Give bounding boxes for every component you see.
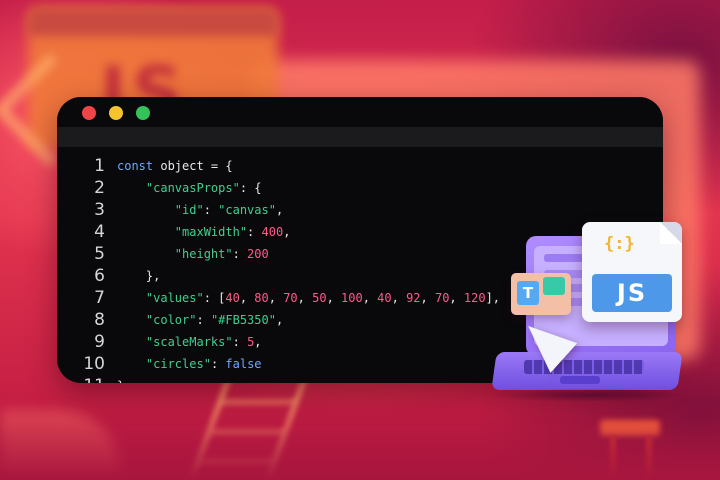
code-token: "canvasProps" bbox=[145, 181, 240, 195]
code-text: "color": "#FB5350", bbox=[117, 309, 283, 331]
code-token: "color" bbox=[145, 313, 197, 327]
minimize-button[interactable] bbox=[109, 106, 123, 120]
code-token: : bbox=[247, 225, 262, 239]
code-token: , bbox=[391, 291, 407, 305]
code-text: "circles": false bbox=[117, 353, 262, 375]
code-token: 200 bbox=[247, 247, 269, 261]
code-token: : bbox=[232, 335, 248, 349]
code-token: "values" bbox=[145, 291, 204, 305]
code-token: "id" bbox=[174, 203, 204, 217]
line-number: 2 bbox=[94, 178, 105, 198]
line-number: 11 bbox=[77, 375, 105, 383]
code-token: "#FB5350" bbox=[210, 313, 276, 327]
code-token: : [ bbox=[203, 291, 226, 305]
code-token: "height" bbox=[174, 247, 233, 261]
code-token: "canvas" bbox=[218, 203, 276, 217]
js-badge: JS bbox=[592, 274, 672, 312]
code-text: "values": [40, 80, 70, 50, 100, 40, 92, … bbox=[117, 287, 500, 309]
code-token: 50 bbox=[312, 291, 327, 305]
line-number: 5 bbox=[94, 244, 105, 264]
code-token: , bbox=[275, 313, 284, 327]
braces-icon: {:} bbox=[604, 234, 635, 254]
code-line: 3 "id": "canvas", bbox=[57, 199, 663, 221]
code-token: : bbox=[203, 203, 219, 217]
code-token: 40 bbox=[225, 291, 240, 305]
code-token: , bbox=[254, 335, 262, 349]
code-token: "circles" bbox=[145, 357, 211, 371]
line-number: 10 bbox=[83, 354, 105, 374]
line-number: 3 bbox=[94, 200, 105, 220]
code-token: : bbox=[232, 247, 248, 261]
laptop-screen-bar bbox=[544, 254, 584, 262]
code-token: }, bbox=[117, 269, 161, 283]
laptop-trackpad bbox=[560, 376, 600, 384]
line-number: 8 bbox=[94, 310, 105, 330]
line-number: 7 bbox=[94, 288, 105, 308]
code-token: "maxWidth" bbox=[174, 225, 248, 239]
code-token: , bbox=[449, 291, 464, 305]
code-text: "canvasProps": { bbox=[117, 177, 262, 199]
code-text: const object = { bbox=[117, 155, 233, 177]
code-token: "scaleMarks" bbox=[145, 335, 233, 349]
code-token: 100 bbox=[341, 291, 363, 305]
code-token: , bbox=[362, 291, 378, 305]
code-text: "id": "canvas", bbox=[117, 199, 283, 221]
code-text: "maxWidth": 400, bbox=[117, 221, 291, 243]
code-token: , bbox=[297, 291, 313, 305]
code-token: , bbox=[239, 291, 255, 305]
laptop-shadow bbox=[490, 388, 686, 402]
code-token: 70 bbox=[283, 291, 298, 305]
code-token: : bbox=[210, 357, 226, 371]
background-bottom-fade bbox=[0, 400, 720, 480]
code-token: 80 bbox=[254, 291, 269, 305]
code-token: , bbox=[275, 203, 284, 217]
code-text: }; bbox=[117, 375, 131, 383]
code-token: const bbox=[117, 159, 154, 173]
line-number: 6 bbox=[94, 266, 105, 286]
code-text: "scaleMarks": 5, bbox=[117, 331, 262, 353]
code-token: : bbox=[196, 313, 211, 327]
code-text: }, bbox=[117, 265, 160, 287]
code-token: }; bbox=[117, 379, 131, 383]
background-monitor-bar bbox=[28, 8, 278, 36]
title-bar bbox=[57, 97, 663, 127]
code-token: 92 bbox=[406, 291, 421, 305]
code-token: 70 bbox=[434, 291, 450, 305]
code-token: , bbox=[420, 291, 435, 305]
code-token: object = { bbox=[153, 159, 233, 173]
code-token: , bbox=[268, 291, 284, 305]
code-token: false bbox=[225, 357, 262, 371]
line-number: 9 bbox=[94, 332, 105, 352]
code-token: , bbox=[326, 291, 342, 305]
code-line: 1 const object = { bbox=[57, 155, 663, 177]
code-token: : { bbox=[239, 181, 262, 195]
code-token: 40 bbox=[377, 291, 392, 305]
text-tile-card: T bbox=[511, 273, 571, 315]
line-number: 4 bbox=[94, 222, 105, 242]
tab-strip bbox=[57, 127, 663, 147]
image-tile-icon bbox=[543, 277, 565, 295]
code-token: , bbox=[283, 225, 291, 239]
code-token: 400 bbox=[261, 225, 284, 239]
code-text: "height": 200 bbox=[117, 243, 269, 265]
text-tool-icon: T bbox=[517, 281, 539, 305]
code-line: 2 "canvasProps": { bbox=[57, 177, 663, 199]
page-fold-icon bbox=[660, 222, 682, 244]
js-file-card: {:} JS bbox=[582, 222, 682, 322]
line-number: 1 bbox=[94, 156, 105, 176]
code-token: 120 bbox=[463, 291, 486, 305]
maximize-button[interactable] bbox=[136, 106, 150, 120]
close-button[interactable] bbox=[82, 106, 96, 120]
